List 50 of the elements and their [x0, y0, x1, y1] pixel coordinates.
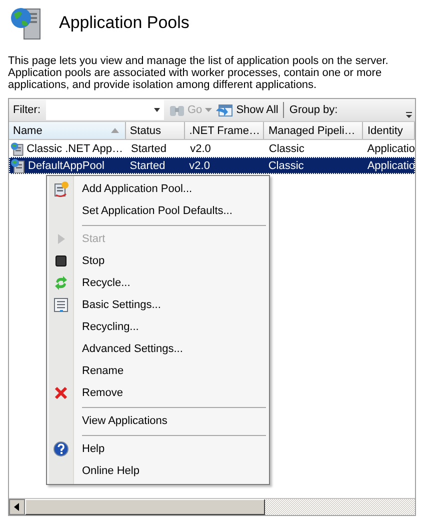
- show-all-button[interactable]: Show All: [236, 104, 278, 116]
- show-all-icon: [215, 102, 234, 118]
- group-by-label: Group by:: [289, 104, 338, 116]
- column-header[interactable]: .NET Frame…: [185, 122, 264, 139]
- scroll-thumb[interactable]: [25, 499, 265, 515]
- table-cell: Applicatio: [367, 160, 416, 172]
- table-cell: Started: [130, 160, 166, 172]
- menu-item[interactable]: Stop: [47, 250, 269, 272]
- menu-item[interactable]: Set Application Pool Defaults...: [47, 200, 269, 222]
- table-cell: Classic: [268, 160, 304, 172]
- settings-icon: [53, 297, 69, 313]
- table-cell: Classic: [268, 142, 304, 154]
- pool-row[interactable]: Classic .NET App… Started v2.0 Classic Applicatio: [9, 140, 415, 157]
- menu-item[interactable]: Basic Settings...: [47, 294, 269, 316]
- menu-item[interactable]: Online Help: [47, 460, 269, 482]
- menu-item[interactable]: Rename: [47, 360, 269, 382]
- sort-arrow-icon: [110, 128, 119, 133]
- toolbar-overflow-icon[interactable]: [405, 111, 413, 119]
- page-title: Application Pools: [59, 13, 190, 33]
- table-cell: v2.0: [189, 160, 210, 172]
- menu-item[interactable]: Help: [47, 438, 269, 460]
- menu-item[interactable]: Advanced Settings...: [47, 338, 269, 360]
- menu-item[interactable]: View Applications: [47, 410, 269, 432]
- app-pool-icon: [10, 158, 26, 174]
- stop-icon: [53, 253, 69, 269]
- table-cell: v2.0: [190, 142, 211, 154]
- close-icon: [53, 385, 69, 401]
- filter-field[interactable]: [46, 100, 164, 120]
- page-description: This page lets you view and manage the list of application pools on the server. Application pools are associated with worker processes, contain one or more applications, and provide isolation among different applications.: [8, 55, 390, 91]
- scroll-left-icon[interactable]: [9, 499, 25, 515]
- table-cell: Classic .NET App…: [26, 142, 123, 154]
- menu-item[interactable]: Remove: [47, 382, 269, 404]
- pool-row[interactable]: DefaultAppPool Started v2.0 Classic Applicatio: [9, 157, 415, 174]
- column-header[interactable]: Name: [9, 122, 126, 139]
- column-header[interactable]: Status: [126, 122, 186, 139]
- menu-item[interactable]: Recycling...: [47, 316, 269, 338]
- binoculars-icon: [168, 103, 184, 117]
- table-cell: Applicatio: [367, 142, 415, 154]
- add-pool-icon: [53, 181, 69, 197]
- horizontal-scrollbar[interactable]: [9, 498, 415, 515]
- column-header[interactable]: Managed Pipeli…: [264, 122, 364, 139]
- app-pool-icon: [10, 140, 25, 156]
- table-cell: Started: [131, 142, 166, 154]
- table-cell: DefaultAppPool: [28, 160, 104, 172]
- help-icon: [53, 441, 69, 457]
- recycle-icon: [53, 275, 69, 291]
- menu-item[interactable]: Add Application Pool...: [47, 178, 269, 200]
- menu-item[interactable]: Recycle...: [47, 272, 269, 294]
- column-header[interactable]: Identity: [363, 122, 415, 139]
- filter-label: Filter:: [13, 104, 40, 116]
